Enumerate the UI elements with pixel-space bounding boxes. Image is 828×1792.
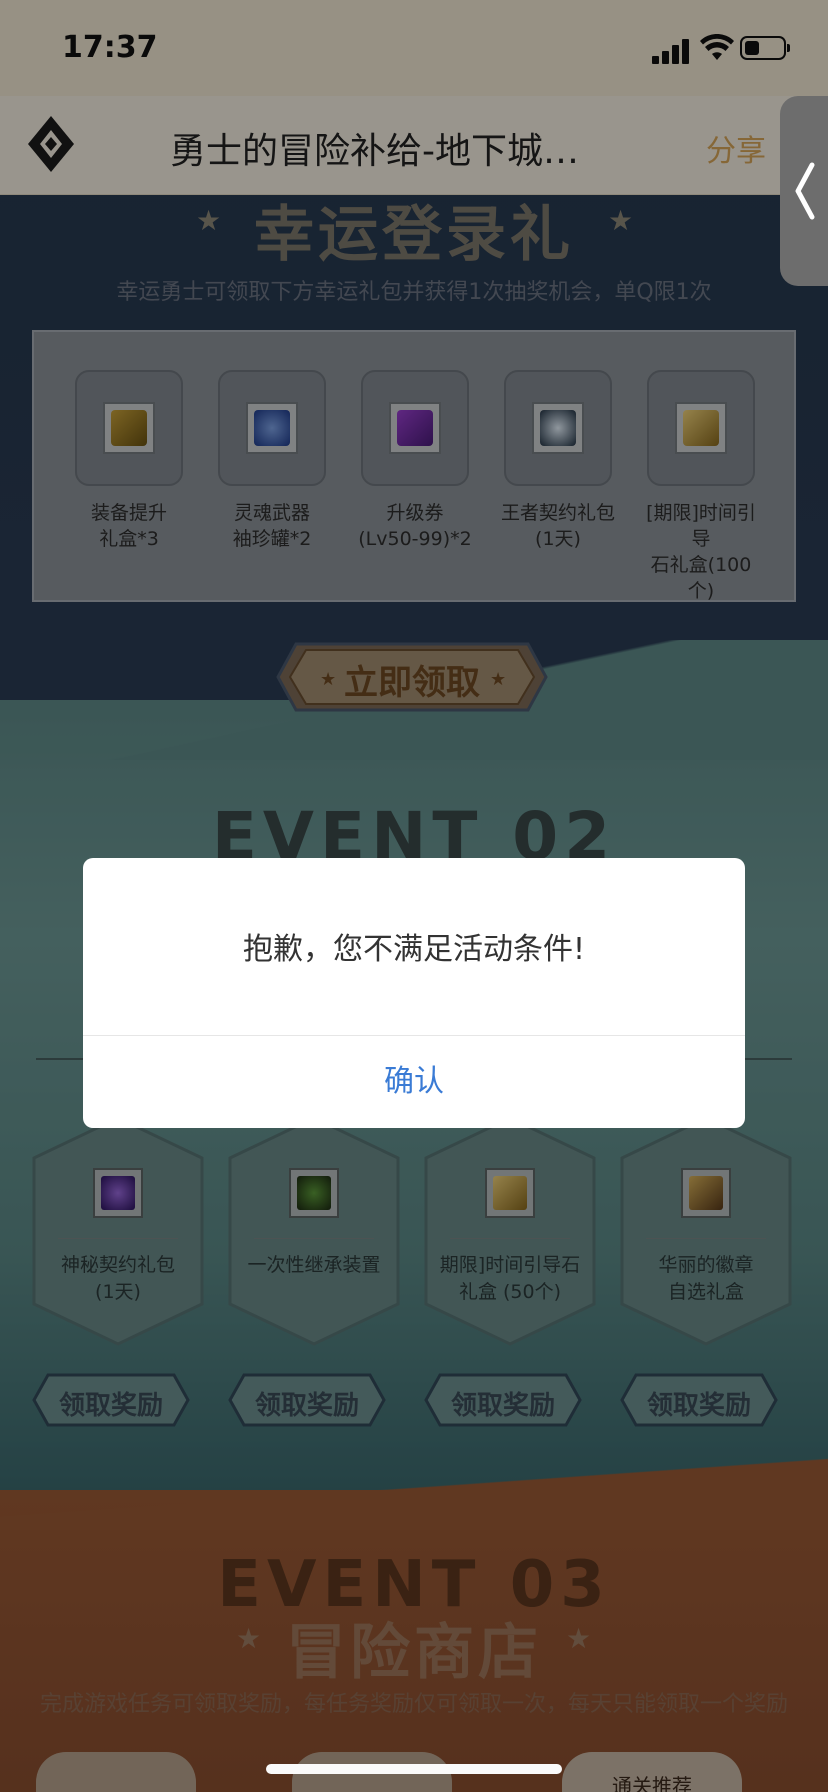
confirm-button[interactable]: 确认 <box>83 1036 745 1128</box>
home-indicator[interactable] <box>266 1764 562 1774</box>
chevron-left-icon <box>795 162 815 220</box>
alert-dialog: 抱歉，您不满足活动条件! 确认 <box>83 858 745 1128</box>
dialog-message: 抱歉，您不满足活动条件! <box>242 932 586 967</box>
side-drawer-handle[interactable] <box>780 96 828 286</box>
